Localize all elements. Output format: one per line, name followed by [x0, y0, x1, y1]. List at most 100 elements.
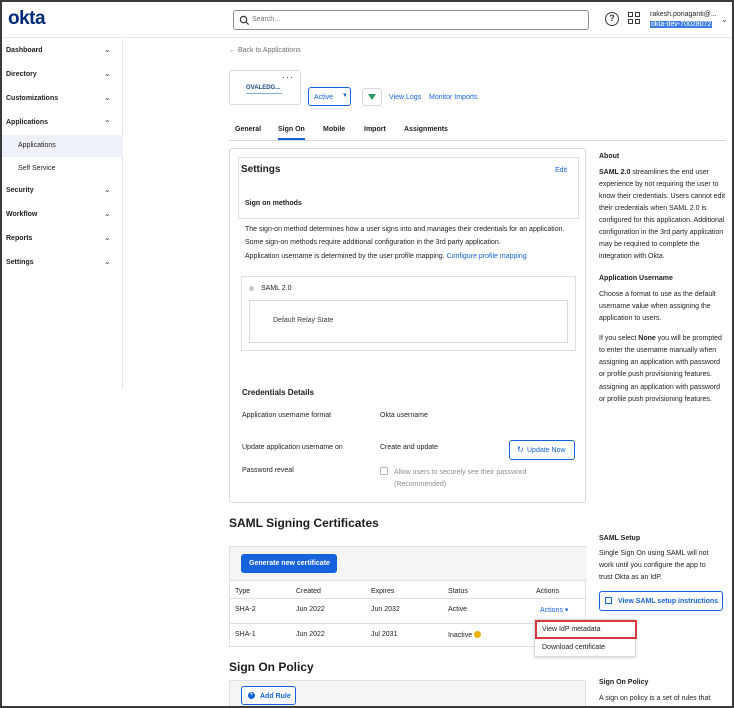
top-header: okta Search... ? rakesh.ponaganti@... ok…	[2, 2, 732, 38]
search-icon	[239, 15, 250, 26]
saml-certs-panel: Generate new certificate Type Created Ex…	[229, 546, 587, 647]
generate-certificate-label: Generate new certificate	[249, 560, 330, 567]
saml-setup-text: Single Sign On using SAML will not work …	[599, 550, 709, 581]
app-grid-icon[interactable]	[628, 12, 641, 25]
saml-radio[interactable]	[249, 286, 254, 291]
password-reveal-checkbox[interactable]	[380, 467, 388, 475]
tab-assignments[interactable]: Assignments	[404, 126, 448, 133]
cert-status: Active	[448, 606, 468, 613]
sidebar-item-directory[interactable]: Directory ⌄	[2, 65, 123, 85]
sidebar-subitem-self-service[interactable]: Self Service	[2, 158, 123, 180]
push-status-button[interactable]	[362, 88, 382, 106]
configure-profile-mapping-link[interactable]: Configure profile mapping	[447, 253, 527, 260]
sidebar-item-dashboard[interactable]: Dashboard ⌄	[2, 41, 123, 61]
sign-on-methods-box: SAML 2.0 Default Relay State	[241, 276, 576, 351]
user-name[interactable]: rakesh.ponaganti@...	[650, 11, 717, 18]
menu-item-view-idp-metadata[interactable]: View IdP metadata	[535, 620, 637, 639]
view-logs-link[interactable]: View Logs	[389, 94, 421, 101]
tab-mobile[interactable]: Mobile	[323, 126, 345, 133]
view-saml-setup-label: View SAML setup instructions	[618, 598, 719, 605]
monitor-imports-link[interactable]: Monitor Imports	[429, 94, 478, 101]
table-divider	[230, 598, 587, 599]
chevron-down-icon: ⌄	[104, 209, 111, 218]
menu-item-download-certificate[interactable]: Download certificate	[542, 644, 605, 651]
tab-import[interactable]: Import	[364, 126, 386, 133]
saml-bold: SAML 2.0	[599, 169, 631, 176]
chevron-down-icon: ⌄	[104, 69, 111, 78]
chevron-down-icon: ⌄	[104, 257, 111, 266]
relay-state-box: Default Relay State	[249, 300, 568, 343]
sidebar-item-reports[interactable]: Reports ⌄	[2, 229, 123, 249]
password-reveal-label: Password reveal	[242, 467, 294, 474]
settings-header-box	[238, 157, 579, 219]
settings-card: Settings Edit Sign on methods The sign-o…	[229, 148, 586, 503]
plus-icon: +	[248, 692, 255, 699]
cert-expires: Jul 2031	[371, 631, 398, 638]
search-input[interactable]: Search...	[233, 10, 589, 30]
chevron-down-icon: ⌄	[104, 93, 111, 102]
sidebar-item-label: Security	[6, 187, 34, 194]
app-username-text: Choose a format to use as the default us…	[599, 291, 716, 322]
sign-on-policy-title: Sign On Policy	[229, 660, 314, 674]
about-saml-text: SAML 2.0 streamlines the end user experi…	[599, 167, 727, 263]
app-logo: ··· OVALEDG...	[229, 70, 301, 105]
edit-settings-link[interactable]: Edit	[555, 167, 567, 174]
col-header-expires: Expires	[371, 588, 395, 595]
okta-logo[interactable]: okta	[8, 8, 46, 30]
app-logo-underline	[246, 93, 282, 94]
cert-actions-dropdown[interactable]: Actions ▾	[540, 606, 568, 614]
add-rule-button[interactable]: + Add Rule	[241, 686, 296, 705]
saml-desc: streamlines the end user experience by n…	[599, 169, 726, 260]
user-org[interactable]: okta-dev-70028072	[650, 21, 713, 28]
update-username-value: Create and update	[380, 444, 438, 451]
sidebar-item-security[interactable]: Security ⌄	[2, 181, 123, 201]
cert-status: Inactive	[448, 632, 473, 639]
cert-created: Jun 2022	[296, 606, 325, 613]
chevron-up-icon: ⌃	[104, 119, 111, 128]
help-icon[interactable]: ?	[605, 12, 619, 26]
sign-on-policy-side-title: Sign On Policy	[599, 679, 649, 686]
sign-on-policy-panel: + Add Rule	[229, 680, 586, 706]
app-tabs: General Sign On Mobile Import Assignment…	[229, 123, 726, 141]
saml-setup-title: SAML Setup	[599, 535, 641, 542]
extra-provisioning-text: assigning an application with password o…	[599, 384, 721, 403]
back-to-applications-link[interactable]: ← Back to Applications	[229, 47, 301, 54]
sidebar-item-workflow[interactable]: Workflow ⌄	[2, 205, 123, 225]
sidebar-item-settings[interactable]: Settings ⌄	[2, 253, 123, 273]
about-title: About	[599, 153, 620, 160]
sidebar-item-customizations[interactable]: Customizations ⌄	[2, 89, 123, 109]
cert-expires: Jun 2032	[371, 606, 400, 613]
update-username-label: Update application username on	[242, 444, 343, 451]
update-now-label: Update Now	[527, 447, 566, 454]
update-now-button[interactable]: ↻ Update Now	[509, 440, 575, 460]
push-icon	[368, 94, 376, 100]
username-format-label: Application username format	[242, 412, 332, 419]
external-link-icon	[605, 597, 612, 604]
status-dropdown[interactable]: Active ▼	[308, 87, 351, 106]
none-pre: If you select	[599, 335, 639, 342]
tab-general[interactable]: General	[235, 126, 261, 133]
cert-created: Jun 2022	[296, 631, 325, 638]
col-header-type: Type	[235, 588, 251, 595]
tab-sign-on[interactable]: Sign On	[278, 126, 305, 140]
username-description-text: Application username is determined by th…	[245, 253, 445, 260]
generate-certificate-button[interactable]: Generate new certificate	[241, 554, 337, 573]
sidebar: Dashboard ⌄ Directory ⌄ Customizations ⌄…	[2, 39, 123, 389]
add-rule-label: Add Rule	[260, 693, 291, 700]
saml-radio-label: SAML 2.0	[261, 285, 292, 292]
sidebar-item-applications[interactable]: Applications ⌃	[2, 113, 123, 133]
search-placeholder: Search...	[252, 16, 281, 23]
cert-type: SHA-1	[235, 631, 256, 638]
view-saml-setup-button[interactable]: View SAML setup instructions	[599, 591, 723, 611]
username-description: Application username is determined by th…	[245, 253, 527, 260]
more-options-icon[interactable]: ···	[282, 72, 294, 82]
warning-icon	[474, 631, 482, 638]
username-format-value: Okta username	[380, 412, 428, 419]
saml-certs-title: SAML Signing Certificates	[229, 516, 379, 530]
sidebar-item-label: Applications	[6, 119, 49, 126]
sidebar-item-label: Dashboard	[6, 47, 43, 54]
sidebar-item-label: Workflow	[6, 211, 38, 218]
chevron-down-icon[interactable]: ⌄	[721, 15, 728, 24]
sidebar-subitem-applications[interactable]: Applications	[2, 135, 123, 157]
chevron-down-icon: ⌄	[104, 185, 111, 194]
